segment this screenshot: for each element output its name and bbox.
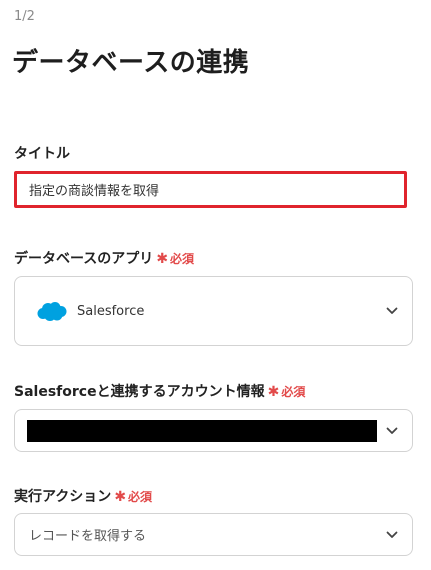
- required-asterisk-icon: ✱: [267, 384, 280, 400]
- account-label-text: Salesforceと連携するアカウント情報: [14, 384, 265, 400]
- required-asterisk-icon: ✱: [114, 489, 127, 505]
- account-field-label: Salesforceと連携するアカウント情報 ✱ 必須: [14, 381, 305, 401]
- chevron-down-icon: [386, 531, 398, 538]
- chevron-down-icon: [386, 307, 398, 314]
- app-select[interactable]: Salesforce: [14, 276, 413, 346]
- required-text: 必須: [170, 252, 195, 266]
- account-select[interactable]: [14, 409, 413, 452]
- app-field-label: データベースのアプリ ✱ 必須: [14, 248, 194, 268]
- required-badge: ✱ 必須: [114, 489, 153, 505]
- required-text: 必須: [281, 385, 306, 399]
- title-input-value: 指定の商談情報を取得: [29, 184, 160, 199]
- title-field-label: タイトル: [14, 143, 70, 163]
- step-indicator: 1/2: [14, 9, 35, 24]
- app-label-text: データベースのアプリ: [14, 251, 154, 267]
- required-badge: ✱ 必須: [267, 384, 306, 400]
- required-badge: ✱ 必須: [156, 251, 195, 267]
- chevron-down-icon: [386, 427, 398, 434]
- app-select-value: Salesforce: [77, 303, 145, 319]
- required-text: 必須: [128, 490, 153, 504]
- action-label-text: 実行アクション: [14, 489, 112, 505]
- salesforce-cloud-icon: [37, 301, 67, 321]
- title-input[interactable]: 指定の商談情報を取得: [14, 171, 407, 208]
- title-label-text: タイトル: [14, 146, 70, 162]
- redacted-account-value: [27, 419, 377, 442]
- page-title: データベースの連携: [12, 48, 250, 78]
- required-asterisk-icon: ✱: [156, 251, 169, 267]
- action-field-label: 実行アクション ✱ 必須: [14, 486, 152, 506]
- action-select[interactable]: レコードを取得する: [14, 513, 413, 556]
- action-select-value: レコードを取得する: [29, 529, 147, 544]
